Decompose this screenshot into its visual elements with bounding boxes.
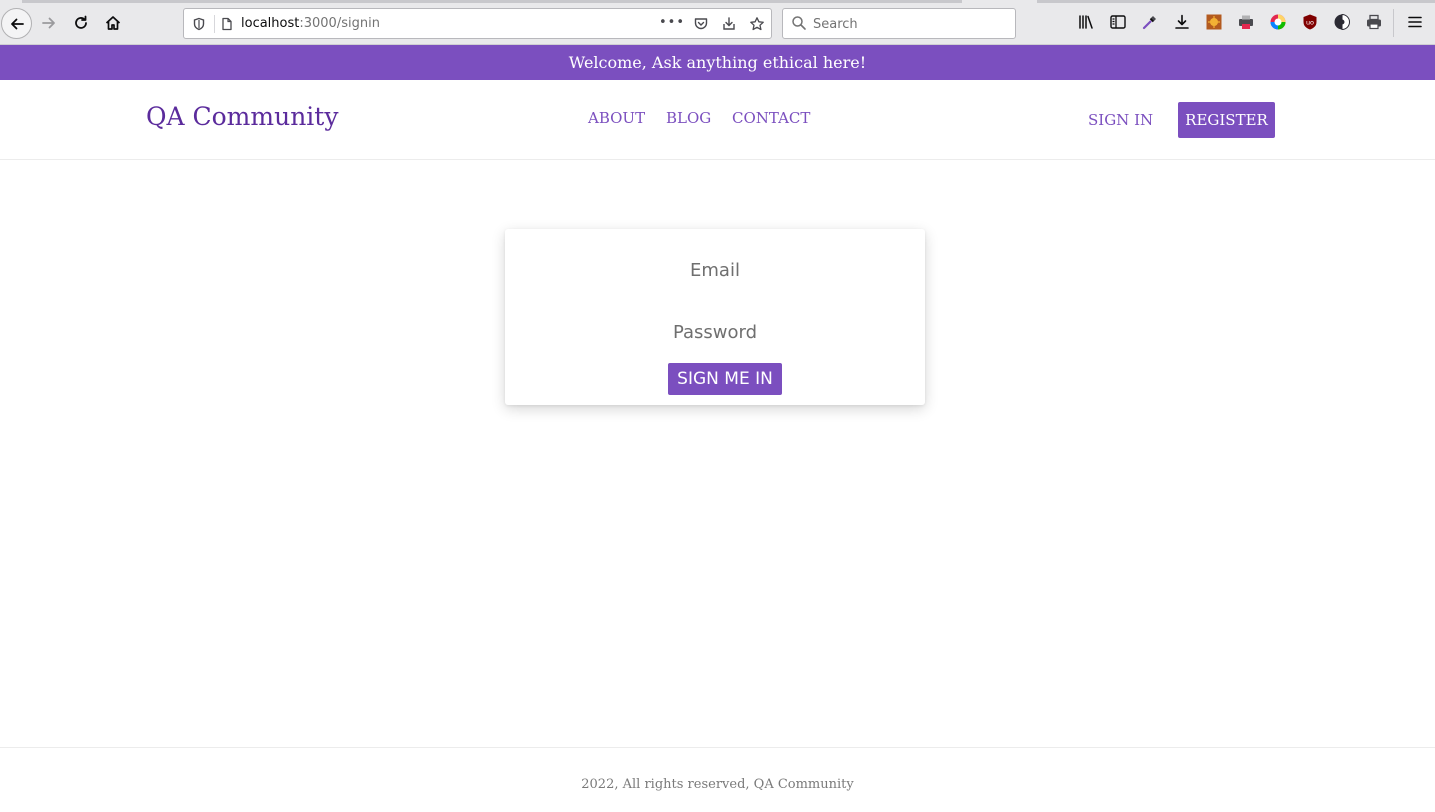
sign-in-link[interactable]: SIGN IN [1088,111,1153,129]
page-icon [218,15,236,33]
email-field[interactable] [525,253,905,287]
nav-contact-link[interactable]: CONTACT [732,109,810,127]
url-host: localhost [241,16,300,31]
print-icon[interactable] [1364,12,1384,32]
color-icon[interactable] [1268,12,1288,32]
sign-in-form: SIGN ME IN [505,229,925,405]
svg-text:uo: uo [1306,19,1314,27]
theme-icon[interactable] [1332,12,1352,32]
site-header: QA Community ABOUT BLOG CONTACT SIGN IN … [0,80,1435,160]
forward-button[interactable] [34,8,64,38]
browser-toolbar: localhost:3000/signin ••• Search uo [0,0,1435,45]
forward-icon [42,17,55,29]
extension-icon[interactable] [1204,12,1224,32]
search-icon [791,15,807,35]
pocket-icon[interactable] [692,15,710,33]
shield-icon[interactable] [190,15,208,33]
url-text[interactable]: localhost:3000/signin [241,16,380,31]
site-footer: 2022, All rights reserved, QA Community [0,747,1435,812]
search-placeholder: Search [813,17,858,32]
download-icon[interactable] [1172,12,1192,32]
url-path: :3000/signin [299,16,380,31]
welcome-banner: Welcome, Ask anything ethical here! [0,45,1435,80]
sidebar-icon[interactable] [1108,12,1128,32]
url-bar[interactable]: localhost:3000/signin ••• [183,8,772,39]
search-bar[interactable]: Search [782,8,1016,39]
password-field[interactable] [525,315,905,349]
page-actions-icon[interactable]: ••• [659,13,684,31]
back-button[interactable] [1,8,32,39]
ublock-icon[interactable]: uo [1300,12,1320,32]
nav-blog-link[interactable]: BLOG [666,109,711,127]
nav-about-link[interactable]: ABOUT [588,109,645,127]
welcome-text: Welcome, Ask anything ethical here! [568,53,867,72]
library-icon[interactable] [1076,12,1096,32]
printer-icon[interactable] [1236,12,1256,32]
reload-button[interactable] [66,8,96,38]
reload-icon [75,15,87,29]
menu-icon[interactable] [1405,12,1425,32]
sign-me-in-button[interactable]: SIGN ME IN [668,363,782,395]
back-icon [10,18,24,29]
download-arrow-icon[interactable] [720,15,738,33]
tab-strip [22,0,962,3]
toolbar-divider [1393,9,1394,37]
home-icon [105,16,121,30]
register-button[interactable]: REGISTER [1178,102,1275,138]
brand-logo[interactable]: QA Community [146,102,338,131]
tab-strip-right [1037,0,1435,3]
url-divider [214,15,215,33]
home-button[interactable] [98,8,128,38]
star-icon[interactable] [748,15,766,33]
footer-copyright: 2022, All rights reserved, QA Community [581,777,854,792]
eyedropper-icon[interactable] [1140,12,1160,32]
